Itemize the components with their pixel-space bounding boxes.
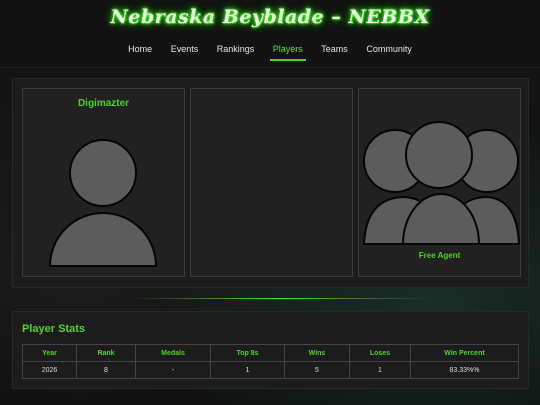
nav-events[interactable]: Events <box>168 44 202 59</box>
nav-community[interactable]: Community <box>363 44 415 59</box>
empty-card <box>190 88 353 277</box>
cell-medals: - <box>135 361 211 379</box>
section-divider <box>130 298 430 299</box>
table-row: 2026 8 - 1 5 1 83.33%% <box>22 361 519 379</box>
site-header: Nebraska Beyblade – NEBBX Home Events Ra… <box>0 0 540 68</box>
nav-home[interactable]: Home <box>125 44 155 59</box>
nav-teams[interactable]: Teams <box>318 44 351 59</box>
cell-rank: 8 <box>76 361 136 379</box>
cell-loses: 1 <box>349 361 411 379</box>
cell-year: 2026 <box>22 361 77 379</box>
col-top8s: Top 8s <box>210 344 285 362</box>
nav-rankings[interactable]: Rankings <box>214 44 258 59</box>
col-medals: Medals <box>135 344 211 362</box>
player-card: Digimazter <box>22 88 185 277</box>
stats-table: Year Rank Medals Top 8s Wins Loses Win P… <box>22 344 519 379</box>
cell-top8s: 1 <box>210 361 285 379</box>
col-wins: Wins <box>284 344 350 362</box>
site-title: Nebraska Beyblade – NEBBX <box>110 6 430 28</box>
team-card: Free Agent <box>358 88 521 277</box>
stats-header-row: Year Rank Medals Top 8s Wins Loses Win P… <box>22 344 519 362</box>
nav-players[interactable]: Players <box>269 44 306 61</box>
team-status-label: Free Agent <box>418 251 461 260</box>
player-stats-panel: Player Stats Year Rank Medals Top 8s Win… <box>12 311 529 389</box>
stats-title: Player Stats <box>22 323 85 335</box>
team-placeholder-icon <box>362 121 520 245</box>
col-loses: Loses <box>349 344 411 362</box>
player-profile-panel: Digimazter Free Agent <box>12 78 529 288</box>
col-win-percent: Win Percent <box>410 344 519 362</box>
cell-win-percent: 83.33%% <box>410 361 519 379</box>
avatar-placeholder-icon <box>48 139 158 267</box>
main-nav: Home Events Rankings Players Teams Commu… <box>0 44 540 61</box>
col-rank: Rank <box>76 344 136 362</box>
col-year: Year <box>22 344 77 362</box>
cell-wins: 5 <box>284 361 350 379</box>
